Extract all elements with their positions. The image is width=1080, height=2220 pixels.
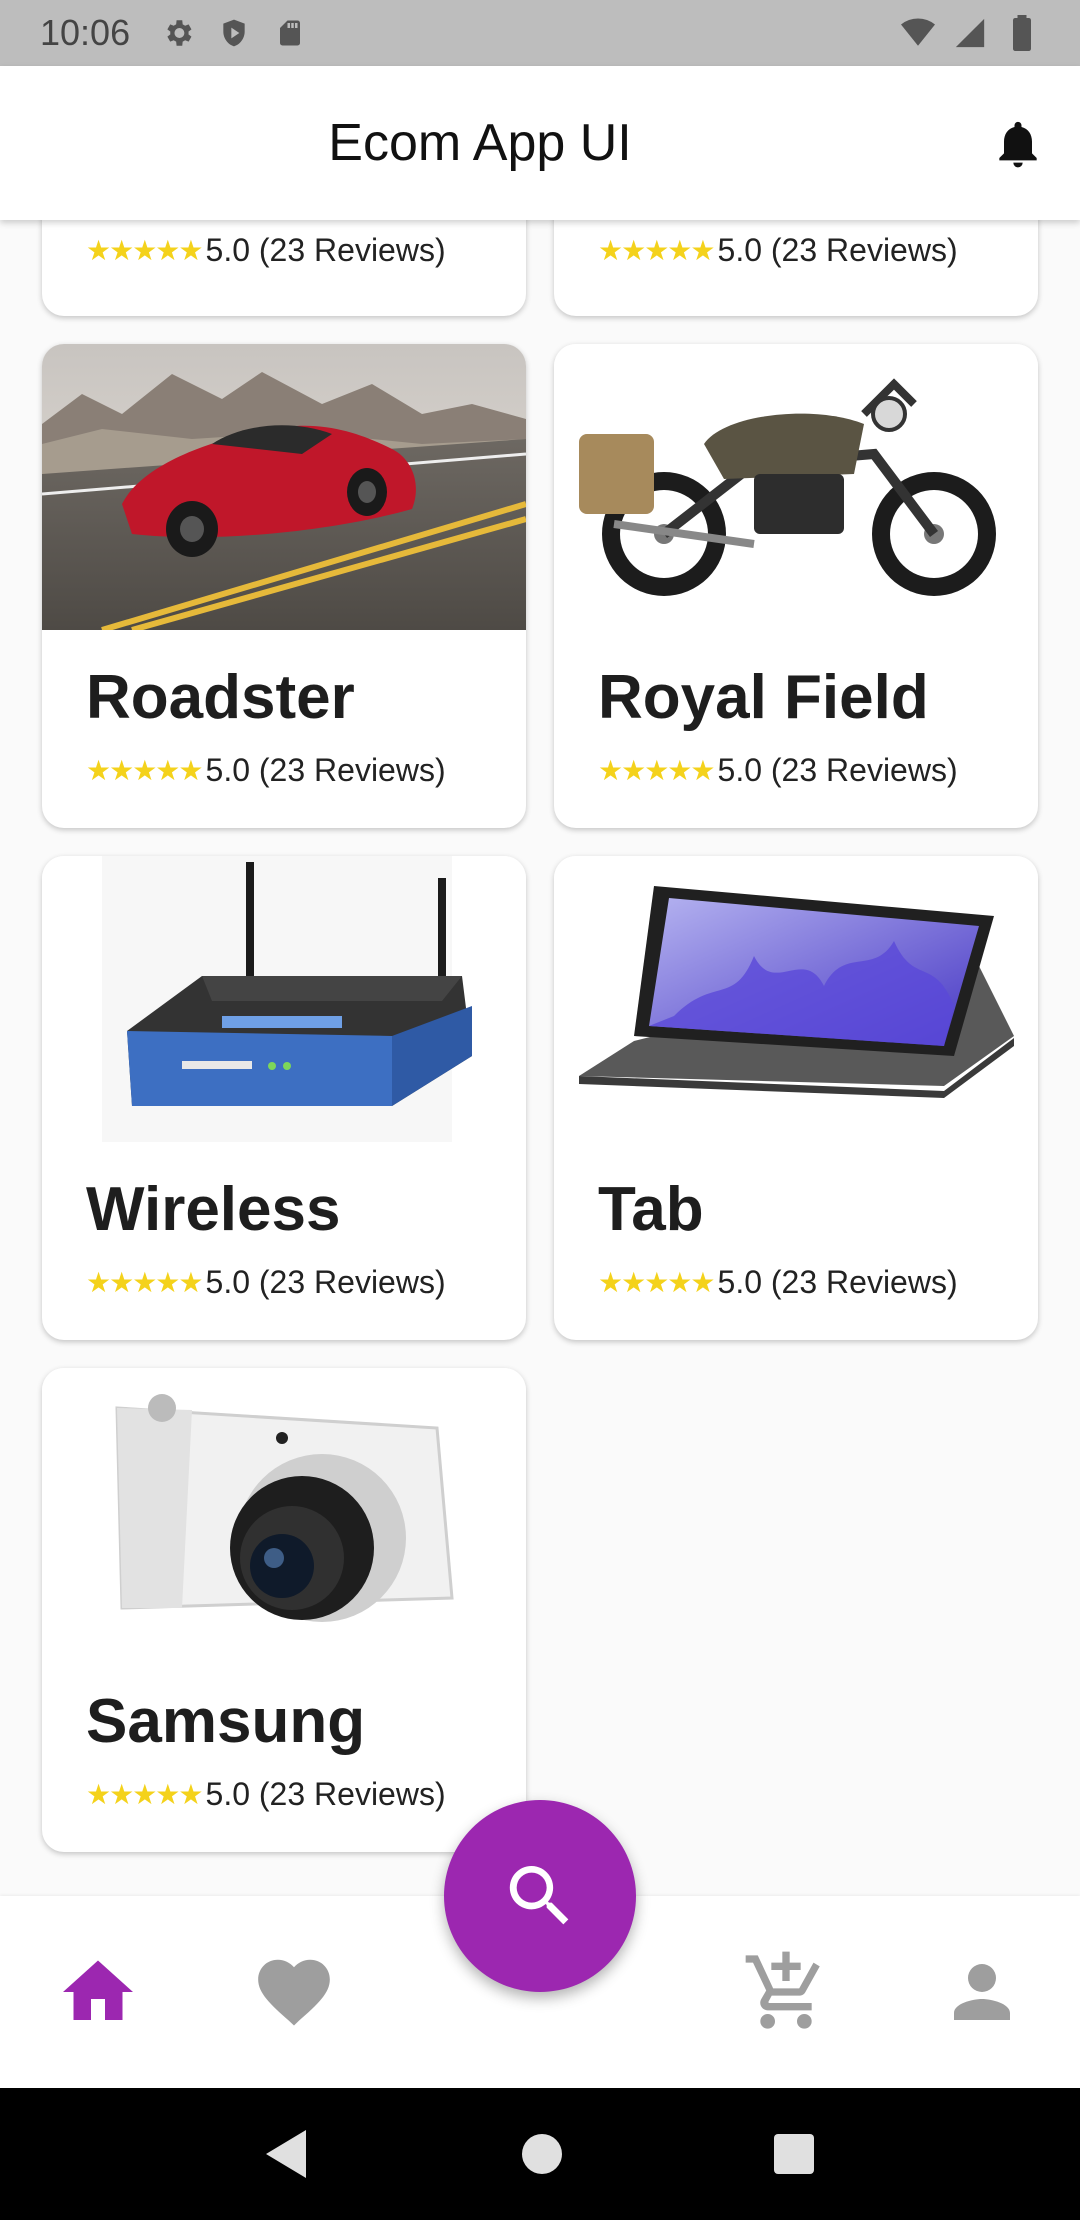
product-grid: ★★★★★ 5.0 (23 Reviews) ★★★★★ 5.0 (23 Rev… bbox=[0, 220, 1080, 1896]
heart-icon bbox=[258, 1959, 330, 2026]
red-sports-car-icon bbox=[42, 344, 526, 630]
back-icon[interactable] bbox=[266, 2130, 310, 2178]
rating-text: 5.0 (23 Reviews) bbox=[205, 1264, 446, 1300]
battery-icon bbox=[1004, 15, 1040, 51]
search-icon bbox=[509, 1866, 569, 1925]
rating-text: 5.0 (23 Reviews) bbox=[717, 232, 958, 268]
product-image bbox=[554, 856, 1038, 1142]
settings-icon bbox=[160, 15, 196, 51]
rating-stars: ★★★★★ bbox=[86, 235, 204, 266]
rating-text: 5.0 (23 Reviews) bbox=[205, 232, 446, 268]
rating-stars: ★★★★★ bbox=[86, 755, 204, 786]
product-rating: ★★★★★ 5.0 (23 Reviews) bbox=[86, 1264, 446, 1301]
product-card-wireless[interactable]: Wireless ★★★★★ 5.0 (23 Reviews) bbox=[42, 856, 526, 1340]
rating-stars: ★★★★★ bbox=[86, 1779, 204, 1810]
nav-favorites[interactable] bbox=[249, 1947, 339, 2037]
nav-profile[interactable] bbox=[937, 1947, 1027, 2037]
motorcycle-icon bbox=[554, 344, 1038, 630]
product-image bbox=[42, 344, 526, 630]
rating-text: 5.0 (23 Reviews) bbox=[205, 1776, 446, 1812]
product-rating: ★★★★★ 5.0 (23 Reviews) bbox=[86, 232, 446, 269]
product-card[interactable]: ★★★★★ 5.0 (23 Reviews) bbox=[554, 220, 1038, 316]
product-image bbox=[554, 344, 1038, 630]
rating-text: 5.0 (23 Reviews) bbox=[205, 752, 446, 788]
rating-stars: ★★★★★ bbox=[86, 1267, 204, 1298]
status-time: 10:06 bbox=[40, 12, 131, 53]
product-rating: ★★★★★ 5.0 (23 Reviews) bbox=[598, 1264, 958, 1301]
status-bar: 10:06 bbox=[0, 0, 1080, 66]
search-fab[interactable] bbox=[444, 1800, 636, 1992]
app-bar: Ecom App UI bbox=[0, 66, 1080, 220]
product-rating: ★★★★★ 5.0 (23 Reviews) bbox=[598, 752, 958, 789]
product-image bbox=[42, 856, 526, 1142]
product-rating: ★★★★★ 5.0 (23 Reviews) bbox=[86, 1776, 446, 1813]
home-icon bbox=[63, 1960, 133, 2020]
sd-card-icon bbox=[272, 15, 308, 51]
cell-signal-icon bbox=[952, 15, 988, 51]
notification-bell-icon[interactable] bbox=[990, 116, 1046, 172]
wireless-router-icon bbox=[42, 856, 526, 1142]
rating-stars: ★★★★★ bbox=[598, 1267, 716, 1298]
product-name: Wireless bbox=[86, 1175, 341, 1244]
product-rating: ★★★★★ 5.0 (23 Reviews) bbox=[86, 752, 446, 789]
product-card-samsung[interactable]: Samsung ★★★★★ 5.0 (23 Reviews) bbox=[42, 1368, 526, 1852]
product-card-roadster[interactable]: Roadster ★★★★★ 5.0 (23 Reviews) bbox=[42, 344, 526, 828]
page-title: Ecom App UI bbox=[328, 114, 632, 172]
product-name: Tab bbox=[598, 1175, 704, 1244]
system-navigation-bar bbox=[0, 2088, 1080, 2220]
wifi-icon bbox=[900, 15, 936, 51]
camera-icon bbox=[42, 1368, 526, 1654]
product-card-tab[interactable]: Tab ★★★★★ 5.0 (23 Reviews) bbox=[554, 856, 1038, 1340]
product-name: Roadster bbox=[86, 663, 355, 732]
product-card-royal-field[interactable]: Royal Field ★★★★★ 5.0 (23 Reviews) bbox=[554, 344, 1038, 828]
rating-stars: ★★★★★ bbox=[598, 235, 716, 266]
rating-text: 5.0 (23 Reviews) bbox=[717, 752, 958, 788]
product-name: Royal Field bbox=[598, 663, 929, 732]
product-name: Samsung bbox=[86, 1687, 366, 1756]
shield-icon bbox=[216, 15, 252, 51]
product-rating: ★★★★★ 5.0 (23 Reviews) bbox=[598, 232, 958, 269]
rating-stars: ★★★★★ bbox=[598, 755, 716, 786]
nav-cart[interactable] bbox=[741, 1947, 831, 2037]
person-icon bbox=[954, 1964, 1010, 2020]
tablet-icon bbox=[554, 856, 1038, 1142]
nav-home[interactable] bbox=[53, 1947, 143, 2037]
product-card[interactable]: ★★★★★ 5.0 (23 Reviews) bbox=[42, 220, 526, 316]
cart-add-icon bbox=[745, 1951, 820, 2029]
home-button-icon[interactable] bbox=[522, 2134, 562, 2174]
rating-text: 5.0 (23 Reviews) bbox=[717, 1264, 958, 1300]
recents-icon[interactable] bbox=[774, 2134, 814, 2174]
product-image bbox=[42, 1368, 526, 1654]
